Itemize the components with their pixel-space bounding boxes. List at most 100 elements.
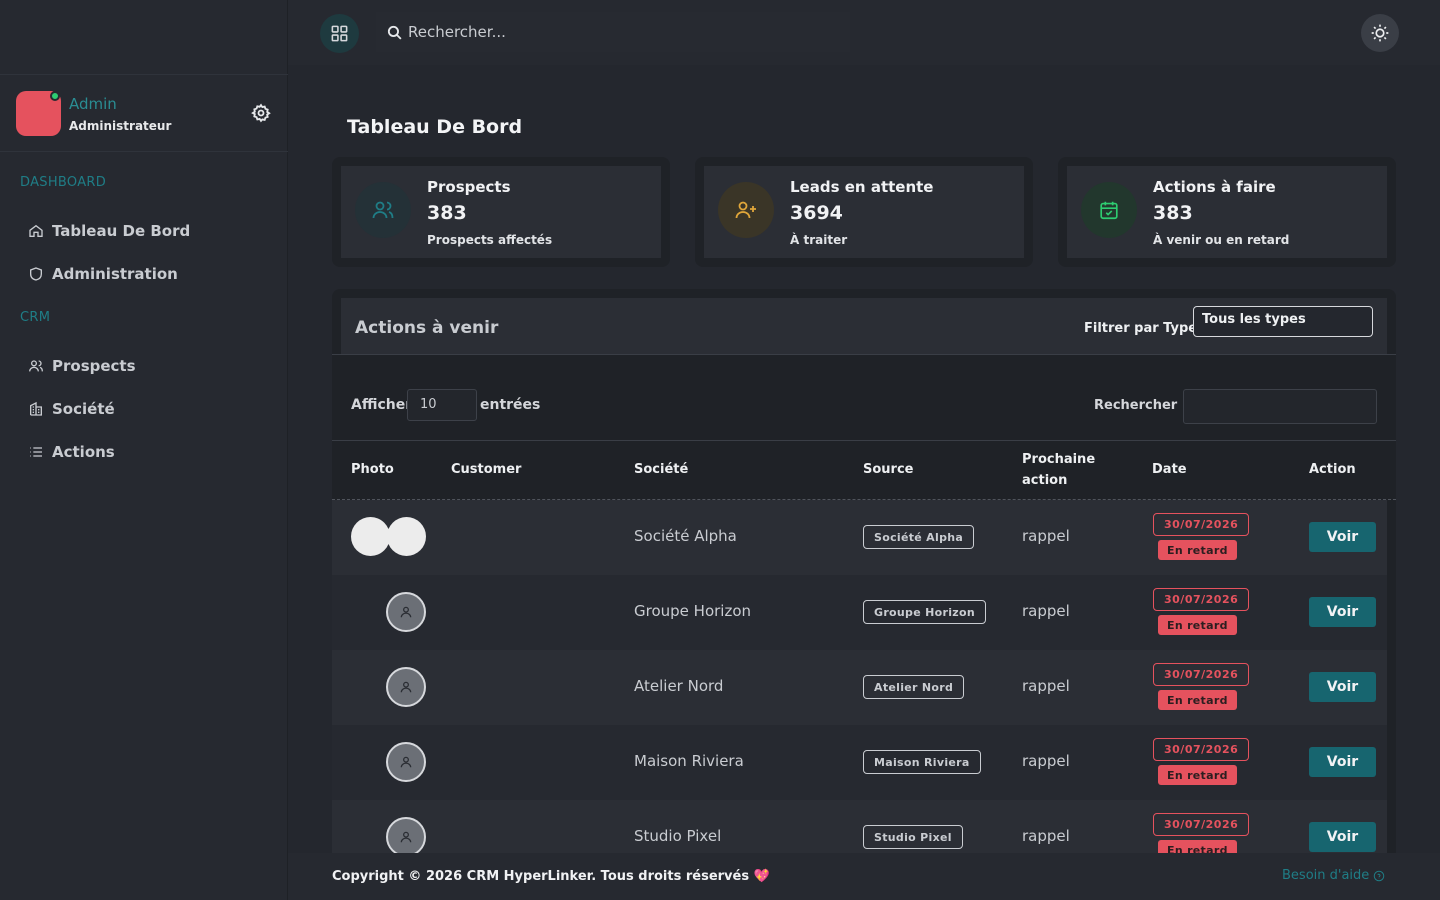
help-link[interactable]: Besoin d'aide: [1282, 868, 1385, 883]
sidebar-item-administration[interactable]: Administration: [28, 261, 178, 287]
gear-icon[interactable]: [251, 103, 271, 123]
calendar-check-icon: [1081, 182, 1137, 238]
upcoming-actions-panel: Actions à venir Filtrer par Type: Tous l…: [332, 289, 1396, 889]
section-label-dashboard: DASHBOARD: [20, 175, 107, 190]
stat-label: Prospects: [427, 178, 511, 196]
search-icon: [387, 25, 402, 40]
stat-value: 3694: [790, 202, 843, 224]
status-badge: En retard: [1158, 765, 1237, 785]
column-header-date[interactable]: Date: [1152, 459, 1187, 480]
sidebar-item-label: Administration: [52, 265, 178, 283]
sidebar-item-label: Actions: [52, 443, 115, 461]
user-role: Administrateur: [69, 119, 172, 133]
societe-cell: Société Alpha: [634, 527, 737, 545]
date-badge: 30/07/2026: [1153, 663, 1250, 686]
home-icon: [29, 224, 43, 237]
date-badge: 30/07/2026: [1153, 513, 1250, 536]
page-size-select[interactable]: 10: [407, 389, 477, 421]
page-title: Tableau De Bord: [347, 116, 523, 138]
avatar: [386, 592, 426, 632]
sidebar-item-label: Prospects: [52, 357, 136, 375]
entries-label: entrées: [480, 397, 541, 413]
user-name: Admin: [69, 95, 117, 113]
column-header-next-action[interactable]: Prochaine action: [1022, 449, 1122, 491]
panel-title: Actions à venir: [355, 318, 499, 338]
shield-icon: [30, 267, 42, 281]
sidebar-item-prospects[interactable]: Prospects: [28, 353, 136, 379]
apps-grid-button[interactable]: [320, 14, 359, 53]
sidebar-item-actions[interactable]: Actions: [28, 439, 115, 465]
panel-header: Actions à venir Filtrer par Type: Tous l…: [341, 298, 1387, 354]
stat-card-actions: Actions à faire 383 À venir ou en retard: [1058, 157, 1396, 267]
sidebar-item-societe[interactable]: Société: [28, 396, 115, 422]
sun-icon: [1371, 24, 1389, 42]
filter-label: Filtrer par Type:: [1084, 321, 1203, 336]
stat-subtitle: À traiter: [790, 233, 848, 247]
date-badge: 30/07/2026: [1153, 738, 1250, 761]
sidebar-item-label: Tableau De Bord: [52, 222, 191, 240]
status-badge: En retard: [1158, 540, 1237, 560]
table-row: Maison Riviera Maison Riviera rappel 30/…: [332, 725, 1387, 800]
users-icon: [29, 360, 43, 372]
societe-cell: Groupe Horizon: [634, 602, 752, 620]
societe-cell: Atelier Nord: [634, 677, 724, 695]
global-search: [376, 12, 850, 52]
help-link-label: Besoin d'aide: [1282, 868, 1370, 883]
photo-placeholder: [351, 517, 390, 556]
show-label: Afficher: [351, 397, 413, 413]
column-header-source[interactable]: Source: [863, 459, 913, 480]
footer: Copyright © 2026 CRM HyperLinker. Tous d…: [288, 853, 1440, 900]
stat-card-prospects: Prospects 383 Prospects affectés: [332, 157, 670, 267]
online-status-icon: [50, 91, 60, 101]
table-row: Société Alpha Société Alpha rappel 30/07…: [332, 500, 1387, 575]
copyright-text: Copyright © 2026 CRM HyperLinker. Tous d…: [332, 869, 770, 884]
list-icon: [30, 447, 42, 457]
next-action-cell: rappel: [1022, 527, 1070, 545]
next-action-cell: rappel: [1022, 677, 1070, 695]
view-button[interactable]: Voir: [1309, 822, 1376, 852]
user-icon: [400, 756, 412, 768]
source-badge: Groupe Horizon: [863, 600, 986, 624]
column-header-societe[interactable]: Société: [634, 459, 688, 480]
column-header-action[interactable]: Action: [1309, 459, 1356, 480]
divider: [332, 440, 1396, 441]
stat-card-leads: Leads en attente 3694 À traiter: [695, 157, 1033, 267]
divider: [332, 354, 1396, 355]
type-filter-select[interactable]: Tous les types: [1193, 306, 1373, 337]
stat-subtitle: Prospects affectés: [427, 233, 553, 247]
help-circle-icon: [1374, 870, 1385, 881]
avatar: [386, 667, 426, 707]
view-button[interactable]: Voir: [1309, 747, 1376, 777]
theme-toggle-button[interactable]: [1361, 14, 1399, 52]
column-header-photo[interactable]: Photo: [351, 459, 394, 480]
next-action-cell: rappel: [1022, 752, 1070, 770]
avatar: [386, 742, 426, 782]
user-plus-icon: [718, 182, 774, 238]
column-header-customer[interactable]: Customer: [451, 459, 521, 480]
date-badge: 30/07/2026: [1153, 588, 1250, 611]
source-badge: Maison Riviera: [863, 750, 981, 774]
table-search-input[interactable]: [1183, 389, 1377, 424]
search-input[interactable]: [408, 23, 828, 41]
view-button[interactable]: Voir: [1309, 597, 1376, 627]
user-icon: [400, 831, 412, 843]
next-action-cell: rappel: [1022, 602, 1070, 620]
source-badge: Atelier Nord: [863, 675, 965, 699]
sidebar: Admin Administrateur DASHBOARD Tableau D…: [0, 0, 288, 900]
user-icon: [400, 681, 412, 693]
users-icon: [355, 182, 411, 238]
building-icon: [30, 401, 42, 416]
user-icon: [400, 606, 412, 618]
user-card: Admin Administrateur: [0, 74, 288, 152]
status-badge: En retard: [1158, 690, 1237, 710]
view-button[interactable]: Voir: [1309, 672, 1376, 702]
source-badge: Studio Pixel: [863, 825, 963, 849]
status-badge: En retard: [1158, 615, 1237, 635]
view-button[interactable]: Voir: [1309, 522, 1376, 552]
sidebar-item-label: Société: [52, 400, 115, 418]
stat-label: Leads en attente: [790, 178, 934, 196]
stat-subtitle: À venir ou en retard: [1153, 233, 1290, 247]
table-row: Atelier Nord Atelier Nord rappel 30/07/2…: [332, 650, 1387, 725]
sidebar-item-tableau-de-bord[interactable]: Tableau De Bord: [28, 218, 190, 244]
table-search-label: Rechercher :: [1094, 398, 1187, 413]
